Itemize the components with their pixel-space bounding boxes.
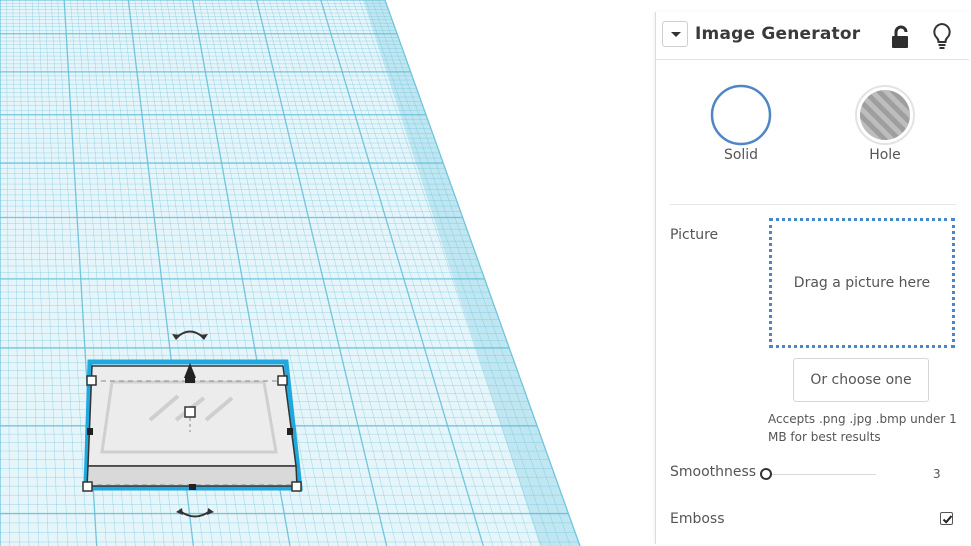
smoothness-slider-track[interactable]: [766, 474, 876, 475]
unlock-icon[interactable]: [890, 24, 912, 50]
panel-title: Image Generator: [695, 24, 861, 44]
emboss-checkbox[interactable]: [940, 512, 953, 525]
corner-handle[interactable]: [291, 481, 302, 492]
corner-handle[interactable]: [82, 481, 93, 492]
selected-image-shape[interactable]: [0, 0, 655, 546]
rotate-handle-bottom[interactable]: [176, 508, 214, 518]
smoothness-label: Smoothness: [670, 464, 757, 480]
workplane-viewport[interactable]: [0, 0, 655, 546]
chevron-down-icon: [671, 32, 681, 37]
rotate-handle-top[interactable]: [172, 330, 208, 341]
corner-handle[interactable]: [277, 375, 288, 386]
edge-handle[interactable]: [287, 428, 293, 435]
smoothness-value: 3: [933, 467, 941, 481]
hole-label: Hole: [869, 147, 901, 163]
emboss-label: Emboss: [670, 511, 725, 527]
center-handle[interactable]: [184, 406, 196, 418]
edge-handle[interactable]: [189, 484, 196, 490]
picture-drop-zone[interactable]: Drag a picture here: [769, 218, 955, 348]
smoothness-slider-thumb[interactable]: [760, 468, 772, 480]
solid-label: Solid: [723, 147, 759, 163]
shape-side-face: [86, 465, 298, 487]
edge-handle[interactable]: [87, 428, 93, 435]
hole-option[interactable]: Hole: [845, 84, 925, 169]
collapse-panel-button[interactable]: [662, 21, 688, 47]
choose-picture-button[interactable]: Or choose one: [793, 358, 929, 402]
checkmark-icon: [942, 515, 953, 524]
lightbulb-icon[interactable]: [931, 22, 953, 50]
accepted-formats-hint: Accepts .png .jpg .bmp under 1 MB for be…: [768, 412, 957, 444]
shape-inspector-panel: Image Generator Solid Hole Picture Drag …: [655, 12, 969, 544]
solid-swatch-icon: [710, 84, 772, 146]
solid-option[interactable]: Solid: [701, 84, 781, 169]
drop-zone-text: Drag a picture here: [793, 275, 931, 291]
picture-label: Picture: [670, 227, 719, 243]
hole-swatch-icon: [855, 85, 915, 145]
divider: [670, 204, 956, 205]
panel-header: Image Generator: [656, 12, 969, 60]
corner-handle[interactable]: [86, 375, 97, 386]
